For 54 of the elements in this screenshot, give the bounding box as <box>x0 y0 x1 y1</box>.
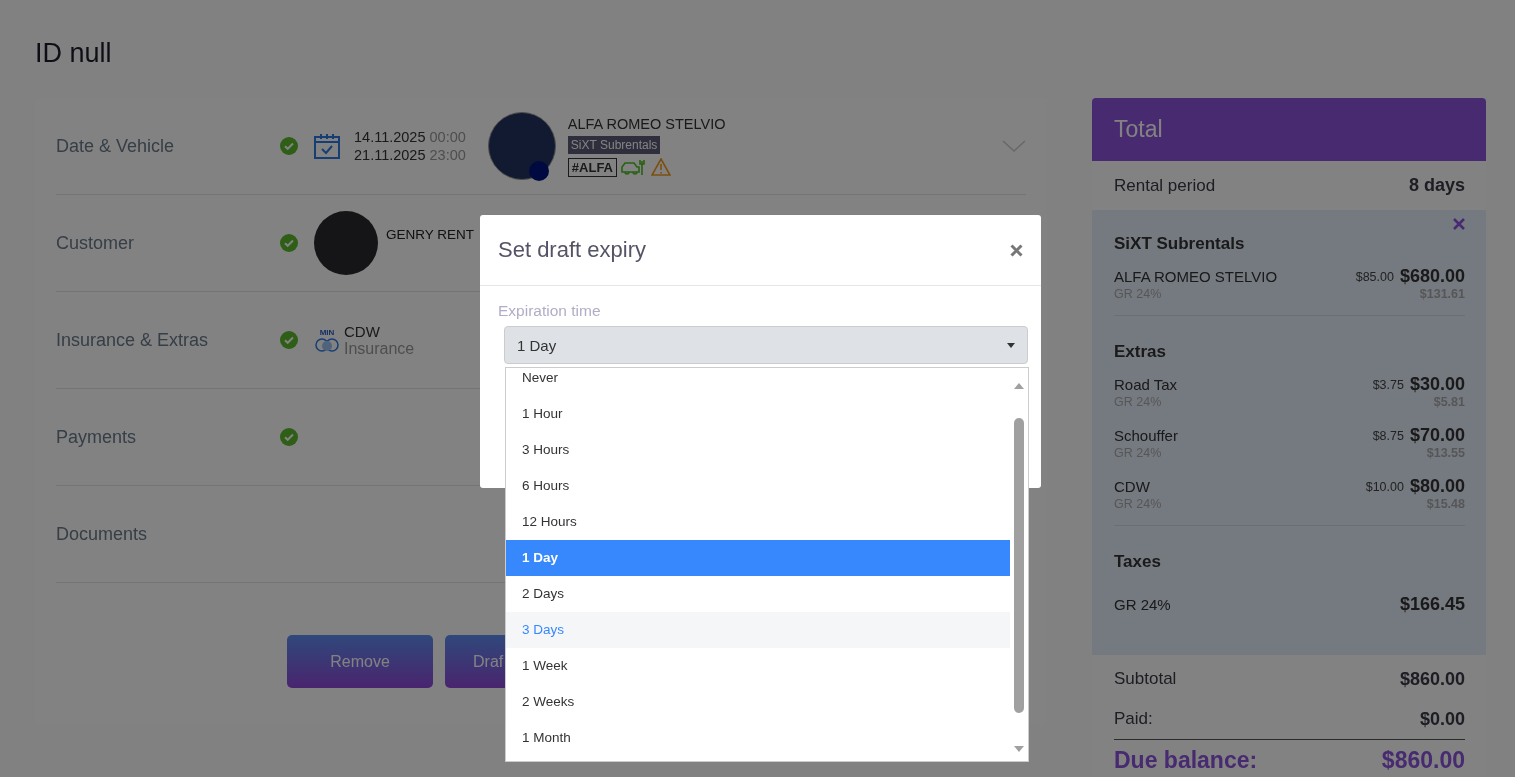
total-header: Total <box>1092 98 1486 161</box>
insurance-name: CDW <box>344 322 381 340</box>
expiry-select[interactable]: 1 Day <box>504 326 1028 364</box>
dropdown-option[interactable]: 1 Week <box>506 648 1010 684</box>
warning-icon <box>651 158 671 176</box>
group-title: Extras <box>1114 342 1166 362</box>
scroll-down-arrow-icon[interactable] <box>1013 745 1025 753</box>
dropdown-option[interactable]: 6 Hours <box>506 468 1010 504</box>
page-title: ID null <box>35 37 113 70</box>
dropdown-option[interactable]: Never <box>506 368 1010 396</box>
item-total: $70.00 <box>1409 425 1465 446</box>
chevron-icon[interactable] <box>1002 140 1026 152</box>
paid-label: Paid: <box>1114 709 1153 729</box>
unit-price: $8.75 <box>1372 428 1404 443</box>
period-value: 8 days <box>1408 175 1465 196</box>
unit-price: $10.00 <box>1365 479 1404 494</box>
item-name: ALFA ROMEO STELVIO <box>1114 268 1279 285</box>
subtotal-value: $860.00 <box>1399 668 1465 690</box>
tax-total: $166.45 <box>1399 594 1465 615</box>
dropdown-option[interactable]: 2 Weeks <box>506 684 1010 720</box>
item-name: Schouffer <box>1114 427 1179 444</box>
item-name: CDW <box>1114 478 1151 495</box>
supplier-tag: SiXT Subrentals <box>567 135 661 154</box>
paid-value: $0.00 <box>1419 708 1465 730</box>
unit-price: $85.00 <box>1355 269 1394 284</box>
item-total: $80.00 <box>1409 476 1465 497</box>
scroll-up-arrow-icon[interactable] <box>1013 382 1025 390</box>
modal-title: Set draft expiry <box>498 237 646 263</box>
item-total: $30.00 <box>1409 374 1465 395</box>
dropdown-option[interactable]: 3 Hours <box>506 432 1010 468</box>
due-label: Due balance: <box>1114 746 1258 774</box>
subtotal-label: Subtotal <box>1114 669 1177 689</box>
plate-tag: #ALFA <box>567 157 617 177</box>
dropdown-option[interactable]: 2 Days <box>506 576 1010 612</box>
field-label: Expiration time <box>498 302 602 320</box>
close-icon[interactable] <box>1453 218 1465 230</box>
dropdown-option[interactable]: 1 Month <box>506 720 1010 756</box>
dropdown-option[interactable]: 12 Hours <box>506 504 1010 540</box>
close-icon[interactable] <box>1010 243 1023 257</box>
group-title: SiXT Subrentals <box>1114 234 1245 254</box>
item-name: Road Tax <box>1114 376 1179 393</box>
period-label: Rental period <box>1114 175 1216 196</box>
car-wrench-icon <box>621 158 647 176</box>
group-title: Taxes <box>1114 552 1161 572</box>
calendar-icon <box>314 133 340 159</box>
customer-name: GENRY RENT <box>386 226 475 242</box>
caret-icon <box>1007 342 1015 348</box>
item-total: $680.00 <box>1399 266 1465 287</box>
vehicle-name: ALFA ROMEO STELVIO <box>567 115 726 132</box>
min-label: MIN <box>319 327 335 337</box>
dropdown-option[interactable]: 1 Hour <box>506 396 1010 432</box>
due-value: $860.00 <box>1381 746 1465 774</box>
tax-name: GR 24% <box>1114 596 1172 613</box>
unit-price: $3.75 <box>1372 377 1404 392</box>
